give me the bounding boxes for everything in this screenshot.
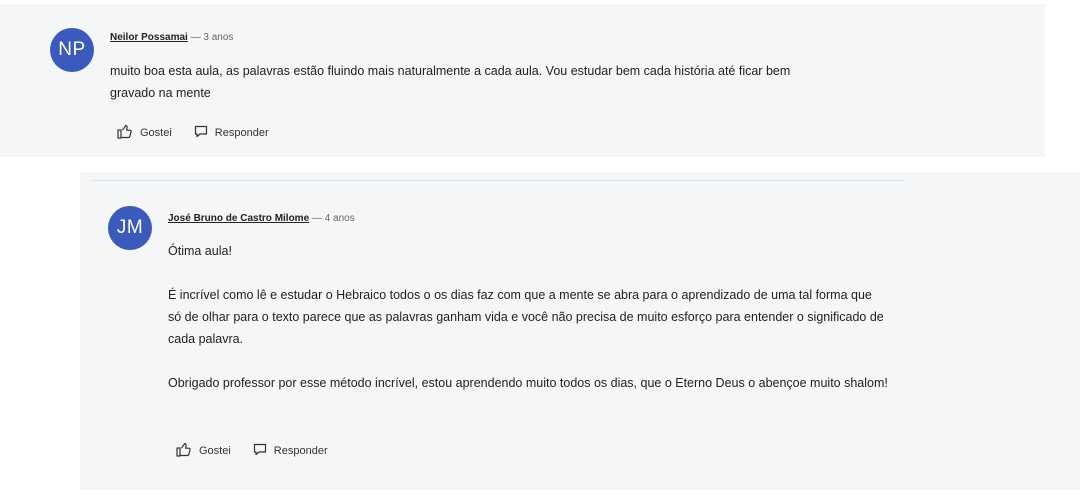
comment-body: muito boa esta aula, as palavras estão f… <box>110 60 830 104</box>
reply-label: Responder <box>214 127 269 139</box>
meta-separator: — <box>190 32 201 43</box>
avatar: JM <box>108 206 152 250</box>
reply-button[interactable]: Responder <box>253 443 328 459</box>
reply-comment-card: JM José Bruno de Castro Milome — 4 anos … <box>80 172 1080 490</box>
comment-actions: Gostei Responder <box>176 442 350 460</box>
divider <box>92 180 904 181</box>
like-label: Gostei <box>199 445 231 457</box>
speech-bubble-icon <box>253 443 274 459</box>
comment-paragraph: É incrível como lê e estudar o Hebraico … <box>168 288 884 346</box>
author-link[interactable]: Neilor Possamai <box>110 32 188 43</box>
comment-card: NP Neilor Possamai — 3 anos muito boa es… <box>0 4 1045 157</box>
comment-meta: José Bruno de Castro Milome — 4 anos <box>168 213 355 224</box>
comment-actions: Gostei Responder <box>117 124 291 142</box>
thumbs-up-icon <box>117 124 140 142</box>
comment-time: 4 anos <box>324 213 355 224</box>
avatar: NP <box>50 28 94 72</box>
thumbs-up-icon <box>176 442 199 460</box>
comment-paragraph: Ótima aula! <box>168 244 232 258</box>
author-link[interactable]: José Bruno de Castro Milome <box>168 213 309 224</box>
comment-paragraph: muito boa esta aula, as palavras estão f… <box>110 64 791 100</box>
reply-label: Responder <box>273 445 328 457</box>
reply-button[interactable]: Responder <box>194 125 269 141</box>
comment-time: 3 anos <box>203 32 234 43</box>
like-label: Gostei <box>140 127 172 139</box>
comment-body: Ótima aula! É incrível como lê e estudar… <box>168 240 888 394</box>
like-button[interactable]: Gostei <box>176 442 231 460</box>
comment-paragraph: Obrigado professor por esse método incrí… <box>168 376 888 390</box>
comment-meta: Neilor Possamai — 3 anos <box>110 32 233 43</box>
speech-bubble-icon <box>194 125 215 141</box>
like-button[interactable]: Gostei <box>117 124 172 142</box>
meta-separator: — <box>311 213 322 224</box>
